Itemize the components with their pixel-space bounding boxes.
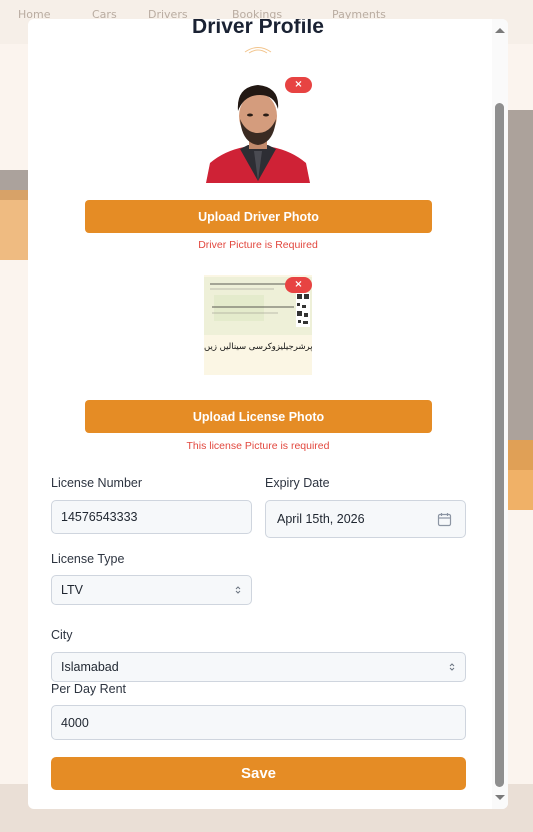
remove-driver-photo-button[interactable]: × <box>285 77 312 93</box>
expiry-date-value: April 15th, 2026 <box>277 512 365 526</box>
license-type-select[interactable]: LTV <box>51 575 252 605</box>
driver-profile-modal: Driver Profile × Upload Driver Photo Dri… <box>28 19 508 809</box>
save-button[interactable]: Save <box>51 757 466 790</box>
per-day-rent-input[interactable]: 4000 <box>51 705 466 740</box>
title-decoration-icon <box>244 47 272 54</box>
upload-driver-photo-button[interactable]: Upload Driver Photo <box>85 200 432 233</box>
upload-license-photo-button[interactable]: Upload License Photo <box>85 400 432 433</box>
driver-photo <box>204 81 312 183</box>
remove-license-photo-button[interactable]: × <box>285 277 312 293</box>
scrollbar-thumb[interactable] <box>495 103 504 787</box>
per-day-rent-value: 4000 <box>61 715 89 730</box>
license-urdu-text: لشہ دکاردرمنے پرشرجیلیزوکرسی سینالیں زیں <box>204 342 312 352</box>
city-label: City <box>51 628 73 642</box>
city-value: Islamabad <box>61 660 119 674</box>
license-type-value: LTV <box>61 583 83 597</box>
per-day-rent-label: Per Day Rent <box>51 682 127 696</box>
modal-title: Driver Profile <box>192 19 324 38</box>
chevron-up-down-icon <box>449 663 455 671</box>
background-shape <box>508 440 533 510</box>
chevron-up-down-icon <box>235 586 241 594</box>
license-number-input[interactable]: 14576543333 <box>51 500 252 534</box>
license-number-value: 14576543333 <box>61 510 138 524</box>
license-number-label: License Number <box>51 476 143 490</box>
expiry-date-label: Expiry Date <box>265 476 330 490</box>
city-select[interactable]: Islamabad <box>51 652 466 682</box>
background-shape <box>0 190 28 260</box>
scroll-up-arrow-icon[interactable] <box>492 25 508 35</box>
expiry-date-picker[interactable]: April 15th, 2026 <box>265 500 466 538</box>
background-shape <box>508 110 533 470</box>
scroll-down-arrow-icon[interactable] <box>492 793 508 803</box>
calendar-icon[interactable] <box>437 512 452 527</box>
driver-photo-error: Driver Picture is Required <box>198 239 318 251</box>
license-photo-error: This license Picture is required <box>186 440 330 452</box>
license-type-label: License Type <box>51 552 125 566</box>
